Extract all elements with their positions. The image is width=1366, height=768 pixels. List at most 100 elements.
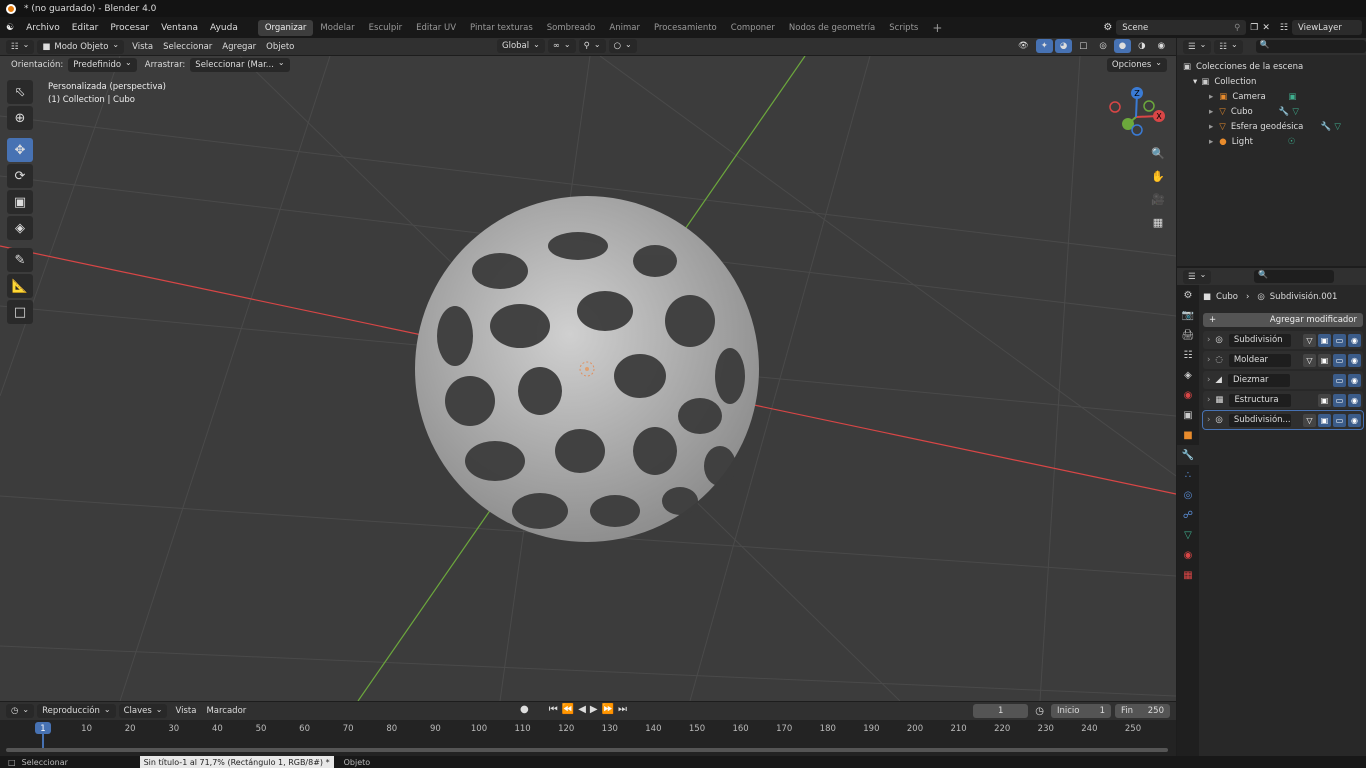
- scene-collection-row[interactable]: ▣ Colecciones de la escena: [1183, 59, 1366, 74]
- scene-tab-icon[interactable]: ◈: [1177, 365, 1199, 385]
- render-icon[interactable]: ◉: [1348, 393, 1361, 407]
- editmode-icon[interactable]: ▣: [1318, 353, 1331, 367]
- menu-vista-timeline[interactable]: Vista: [170, 704, 201, 718]
- outliner-item-light[interactable]: ▸ ● Light ☉: [1183, 134, 1366, 149]
- perspective-grid-icon[interactable]: ▦: [1148, 212, 1168, 232]
- select-box-icon[interactable]: ⬁: [7, 80, 33, 104]
- view-layer-tab-icon[interactable]: ☷: [1177, 345, 1199, 365]
- tool-tab-icon[interactable]: ⚙: [1177, 285, 1199, 305]
- timeline-editor-icon[interactable]: ◷: [6, 704, 35, 718]
- outliner-item-cubo[interactable]: ▸ ▽ Cubo 🔧 ▽: [1183, 104, 1366, 119]
- camera-data-icon[interactable]: ▣: [1288, 92, 1296, 102]
- timeline-scrollbar[interactable]: [6, 748, 1168, 752]
- gizmo-toggle-icon[interactable]: ✦: [1035, 39, 1053, 53]
- tab-scripts[interactable]: Scripts: [882, 20, 925, 36]
- modifier-diezmar[interactable]: › ◢ Diezmar ▭ ◉: [1203, 371, 1363, 389]
- tab-modelar[interactable]: Modelar: [313, 20, 361, 36]
- physics-tab-icon[interactable]: ◎: [1177, 485, 1199, 505]
- delete-scene-icon[interactable]: ✕: [1262, 23, 1270, 33]
- play-reverse-icon[interactable]: ◀: [578, 704, 586, 715]
- editor-type-button[interactable]: ☷: [6, 39, 35, 54]
- edit-cage-icon[interactable]: ▽: [1303, 353, 1316, 367]
- modifier-name-field[interactable]: Subdivisión....: [1228, 413, 1291, 427]
- cursor-icon[interactable]: ⊕: [7, 106, 33, 130]
- add-modifier-button[interactable]: + Agregar modificador: [1203, 313, 1363, 327]
- expand-arrow-icon[interactable]: ›: [1207, 375, 1210, 385]
- pan-hand-icon[interactable]: ✋: [1148, 166, 1168, 186]
- object-tab-icon[interactable]: ■: [1177, 425, 1199, 445]
- render-icon[interactable]: ◉: [1348, 333, 1361, 347]
- options-dropdown[interactable]: Opciones: [1106, 57, 1167, 72]
- modifier-estructura[interactable]: › ▦ Estructura ▣ ▭ ◉: [1203, 391, 1363, 409]
- outliner-editor-icon[interactable]: ☰: [1183, 39, 1212, 54]
- menu-agregar[interactable]: Agregar: [217, 40, 261, 54]
- edit-cage-icon[interactable]: ▽: [1303, 413, 1316, 427]
- constraints-tab-icon[interactable]: ☍: [1177, 505, 1199, 525]
- menu-claves[interactable]: Claves: [118, 704, 168, 718]
- drag-selector[interactable]: Seleccionar (Mar...: [190, 57, 290, 72]
- add-cube-icon[interactable]: □: [7, 300, 33, 324]
- pivot-icon[interactable]: ∞: [547, 39, 576, 53]
- scene-selector[interactable]: Scene ⚲: [1116, 20, 1247, 35]
- tab-animar[interactable]: Animar: [602, 20, 647, 36]
- viewport-display-icon[interactable]: ▭: [1333, 393, 1346, 407]
- scene-icon[interactable]: ⚙: [1103, 22, 1112, 33]
- render-icon[interactable]: ◉: [1348, 353, 1361, 367]
- jump-end-icon[interactable]: ⏭: [618, 704, 627, 715]
- material-shading-icon[interactable]: ◑: [1133, 39, 1150, 53]
- outliner-search-input[interactable]: 🔍: [1255, 40, 1366, 53]
- material-tab-icon[interactable]: ◉: [1177, 545, 1199, 565]
- mesh-data-icon[interactable]: ▽: [1292, 107, 1299, 117]
- solid-shading-icon[interactable]: ●: [1113, 39, 1132, 53]
- pin-icon[interactable]: ⚲: [1234, 23, 1240, 33]
- expand-arrow-icon[interactable]: ›: [1207, 395, 1210, 405]
- record-icon[interactable]: ●: [520, 704, 529, 715]
- tab-organizar[interactable]: Organizar: [257, 19, 314, 36]
- data-tab-icon[interactable]: ▽: [1177, 525, 1199, 545]
- output-tab-icon[interactable]: 🖨: [1177, 325, 1199, 345]
- tab-pintar-texturas[interactable]: Pintar texturas: [463, 20, 540, 36]
- clock-icon[interactable]: ◷: [1035, 706, 1044, 717]
- viewport-display-icon[interactable]: ▭: [1333, 333, 1346, 347]
- menu-editar[interactable]: Editar: [66, 23, 105, 33]
- properties-editor-icon[interactable]: ☰: [1183, 269, 1212, 284]
- proportional-edit-icon[interactable]: ○: [608, 39, 637, 53]
- modifier-subdivision-001[interactable]: › ◎ Subdivisión.... ▽ ▣ ▭ ◉: [1202, 410, 1364, 430]
- menu-procesar[interactable]: Procesar: [104, 23, 155, 33]
- expand-arrow-icon[interactable]: ▸: [1209, 137, 1213, 147]
- next-keyframe-icon[interactable]: ⏩: [602, 704, 614, 715]
- particles-tab-icon[interactable]: ∴: [1177, 465, 1199, 485]
- blender-menu-icon[interactable]: ☯: [0, 23, 20, 33]
- viewport-display-icon[interactable]: ▭: [1333, 373, 1346, 387]
- overlay-toggle-icon[interactable]: ◕: [1054, 39, 1073, 53]
- modifier-name-field[interactable]: Diezmar: [1227, 373, 1290, 387]
- properties-search-input[interactable]: 🔍: [1254, 270, 1335, 283]
- wrench-modifier-icon[interactable]: 🔧: [1321, 122, 1332, 132]
- prev-keyframe-icon[interactable]: ⏪: [562, 704, 574, 715]
- timeline-area[interactable]: 1 10 20 30 40 50 60 70 80 90 100 110 120 130 140 150 160…: [0, 720, 1176, 756]
- collection-tab-icon[interactable]: ▣: [1177, 405, 1199, 425]
- move-icon[interactable]: ✥: [7, 138, 33, 162]
- jump-start-icon[interactable]: ⏮: [549, 704, 558, 715]
- menu-marcador[interactable]: Marcador: [201, 704, 251, 718]
- play-icon[interactable]: ▶: [590, 704, 598, 715]
- visibility-icon[interactable]: 👁: [1013, 39, 1034, 53]
- 3d-viewport[interactable]: [0, 56, 1176, 701]
- snap-icon[interactable]: ⚲: [578, 39, 606, 53]
- view-layer-selector[interactable]: ViewLayer: [1292, 20, 1362, 35]
- edit-cage-icon[interactable]: ▽: [1303, 333, 1316, 347]
- menu-vista[interactable]: Vista: [127, 40, 158, 54]
- menu-ayuda[interactable]: Ayuda: [204, 23, 244, 33]
- collapse-arrow-icon[interactable]: ▾: [1193, 77, 1197, 87]
- expand-arrow-icon[interactable]: ▸: [1209, 92, 1213, 102]
- editmode-icon[interactable]: ▣: [1318, 413, 1331, 427]
- timeline-ruler[interactable]: 1 10 20 30 40 50 60 70 80 90 100 110 120 130 140 150 160…: [0, 720, 1176, 736]
- tab-nodos-geometria[interactable]: Nodos de geometría: [782, 20, 882, 36]
- editmode-icon[interactable]: ▣: [1318, 333, 1331, 347]
- transform-orientation-selector[interactable]: Global: [497, 39, 545, 53]
- measure-icon[interactable]: 📐: [7, 274, 33, 298]
- menu-ventana[interactable]: Ventana: [155, 23, 204, 33]
- view-layer-icon[interactable]: ☷: [1280, 23, 1288, 33]
- menu-objeto[interactable]: Objeto: [261, 40, 299, 54]
- texture-tab-icon[interactable]: ▦: [1177, 565, 1199, 585]
